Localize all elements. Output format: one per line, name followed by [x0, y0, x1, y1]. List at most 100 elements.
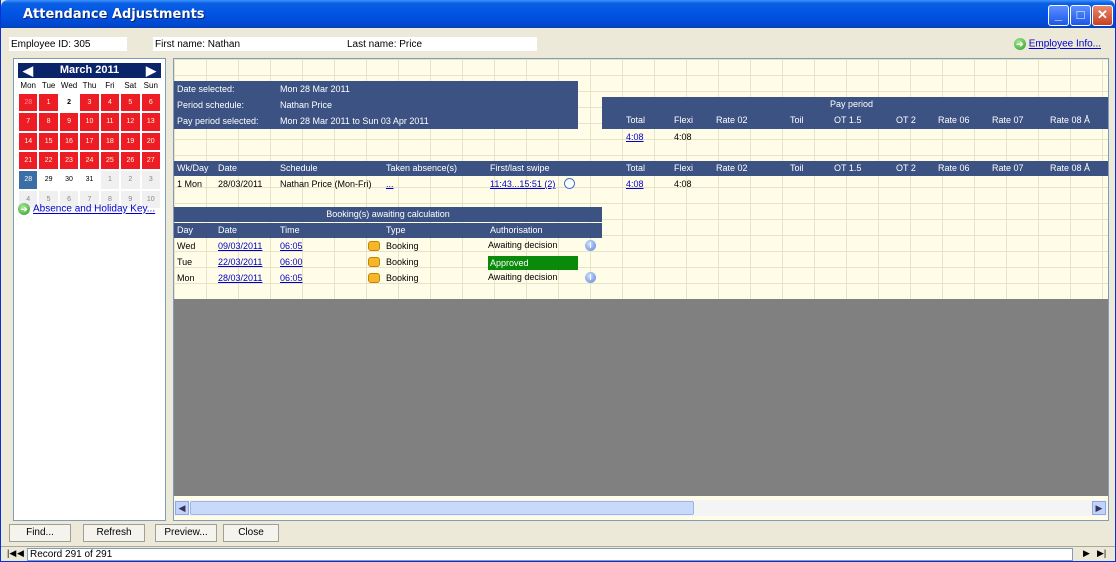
calendar-day-cell[interactable]: 1	[99, 170, 121, 190]
calendar-day-cell[interactable]: 26	[120, 151, 141, 171]
calendar-day-cell[interactable]: 7	[18, 112, 39, 132]
title-bar[interactable]: Attendance Adjustments _ □ ✕	[1, 0, 1115, 28]
date-selected-label: Date selected:	[177, 84, 235, 94]
calendar-day-cell[interactable]: 29	[38, 170, 59, 190]
calendar-day-cell[interactable]: 5	[120, 93, 141, 113]
day-rate-column-header: Rate 07	[992, 163, 1024, 173]
booking-date-link[interactable]: 22/03/2011	[218, 257, 262, 267]
calendar-day-cell[interactable]: 23	[58, 151, 80, 171]
calendar-day-cell[interactable]: 22	[38, 151, 59, 171]
minimize-button[interactable]: _	[1048, 5, 1069, 26]
scroll-thumb[interactable]	[190, 501, 694, 515]
pay-period-value: Mon 28 Mar 2011 to Sun 03 Apr 2011	[280, 116, 429, 126]
calendar-day-cell[interactable]: 17	[79, 131, 100, 151]
booking-column-header: Type	[386, 225, 406, 235]
employee-info-text: Employee Info...	[1028, 38, 1101, 50]
calendar-day-cell[interactable]: 18	[99, 131, 121, 151]
calendar-day-cell[interactable]: 28	[18, 93, 39, 113]
calendar-day-cell[interactable]: 27	[140, 151, 161, 171]
employee-id-label: Employee ID: 305	[11, 39, 91, 50]
first-record-icon[interactable]: |◀	[7, 548, 16, 559]
last-record-icon[interactable]: ▶|	[1097, 548, 1106, 559]
maximize-button[interactable]: □	[1070, 5, 1091, 26]
calendar-day-cell[interactable]: 2	[58, 93, 80, 113]
close-button[interactable]: Close	[223, 524, 279, 542]
info-icon[interactable]: i	[585, 272, 596, 283]
next-month-arrow-icon[interactable]: ▶	[143, 63, 159, 78]
attendance-grid: Date selected: Mon 28 Mar 2011 Period sc…	[173, 58, 1109, 521]
booking-time-link[interactable]: 06:05	[280, 241, 303, 251]
pay-period-label: Pay period selected:	[177, 116, 259, 126]
bookings-title: Booking(s) awaiting calculation	[326, 209, 450, 219]
calendar-day-cell[interactable]: 30	[58, 170, 80, 190]
day-rate-column-header: OT 2	[896, 163, 916, 173]
booking-column-header: Day	[177, 225, 194, 235]
calendar-day-cell[interactable]: 6	[140, 93, 161, 113]
pay-period-total[interactable]: 4:08	[626, 132, 644, 142]
close-window-button[interactable]: ✕	[1092, 5, 1113, 26]
day-rate-column-header: Rate 06	[938, 163, 970, 173]
calendar-day-cell[interactable]: 19	[120, 131, 141, 151]
scroll-right-icon[interactable]: ▶	[1092, 501, 1106, 515]
day-date: 28/03/2011	[218, 179, 263, 189]
calendar-day-cell[interactable]: 10	[79, 112, 100, 132]
calendar-day-cell[interactable]: 31	[79, 170, 100, 190]
booking-date-link[interactable]: 09/03/2011	[218, 241, 262, 251]
pay-period-column-header: Rate 08 Å	[1050, 115, 1091, 125]
calendar-day-cell[interactable]: 13	[140, 112, 161, 132]
calendar-day-header: Sun	[143, 81, 158, 90]
calendar-day-headers: Mon Tue Wed Thu Fri Sat Sun	[18, 81, 161, 92]
absence-link[interactable]: ...	[386, 179, 394, 189]
clock-icon[interactable]	[564, 178, 575, 189]
day-rate-column-header: Flexi	[674, 163, 694, 173]
swipe-link[interactable]: 11:43...15:51 (2)	[490, 179, 555, 189]
period-schedule-value: Nathan Price	[280, 100, 333, 110]
calendar-day-cell[interactable]: 16	[58, 131, 80, 151]
calendar-day-cell[interactable]: 15	[38, 131, 59, 151]
booking-time-link[interactable]: 06:00	[280, 257, 303, 267]
scroll-left-icon[interactable]: ◀	[175, 501, 189, 515]
next-record-icon[interactable]: ▶	[1083, 548, 1090, 559]
horizontal-scrollbar[interactable]: ◀ ▶	[174, 500, 1108, 516]
calendar-month: March 2011	[59, 64, 120, 76]
calendar-day-cell[interactable]: 14	[18, 131, 39, 151]
refresh-button[interactable]: Refresh	[83, 524, 145, 542]
calendar-day-cell[interactable]: 3	[140, 170, 161, 190]
last-name-label: Last name: Price	[347, 39, 423, 50]
prev-month-arrow-icon[interactable]: ◀	[20, 63, 36, 78]
booking-day: Mon	[177, 273, 195, 283]
calendar-day-cell[interactable]: 12	[120, 112, 141, 132]
calendar-day-cell[interactable]: 3	[79, 93, 100, 113]
calendar-day-cell[interactable]: 1	[38, 93, 59, 113]
booking-type: Booking	[386, 273, 419, 283]
preview-button[interactable]: Preview...	[155, 524, 217, 542]
booking-date-link[interactable]: 28/03/2011	[218, 273, 262, 283]
booking-column-header: Date	[218, 225, 238, 235]
calendar-day-cell[interactable]: 28	[18, 170, 39, 190]
info-icon[interactable]: i	[585, 240, 596, 251]
calendar-day-cell[interactable]: 20	[140, 131, 161, 151]
calendar-day-cell[interactable]: 24	[79, 151, 100, 171]
pay-period-column-header: OT 1.5	[834, 115, 862, 125]
speech-bubble-icon	[368, 257, 380, 267]
calendar-header: ◀ March 2011 ▶	[18, 63, 161, 78]
calendar-day-cell[interactable]: 2	[120, 170, 141, 190]
day-rate-column-header: Rate 08 Å	[1050, 163, 1091, 173]
calendar-day-cell[interactable]: 9	[58, 112, 80, 132]
absence-key-text: Absence and Holiday Key...	[33, 203, 156, 215]
employee-info-link[interactable]: ➜ Employee Info...	[1013, 38, 1101, 50]
day-column-header: First/last swipe	[490, 163, 550, 173]
prev-record-icon[interactable]: ◀	[17, 548, 24, 559]
day-total[interactable]: 4:08	[626, 179, 644, 189]
find-button[interactable]: Find...	[9, 524, 71, 542]
booking-day: Tue	[177, 257, 193, 267]
calendar-day-cell[interactable]: 21	[18, 151, 39, 171]
booking-time-link[interactable]: 06:05	[280, 273, 303, 283]
calendar-day-cell[interactable]: 11	[99, 112, 121, 132]
calendar-day-cell[interactable]: 8	[38, 112, 59, 132]
day-column-header: Schedule	[280, 163, 318, 173]
pay-period-flexi: 4:08	[674, 132, 692, 142]
absence-key-link[interactable]: ➜ Absence and Holiday Key...	[18, 203, 155, 215]
calendar-day-cell[interactable]: 4	[99, 93, 121, 113]
calendar-day-cell[interactable]: 25	[99, 151, 121, 171]
